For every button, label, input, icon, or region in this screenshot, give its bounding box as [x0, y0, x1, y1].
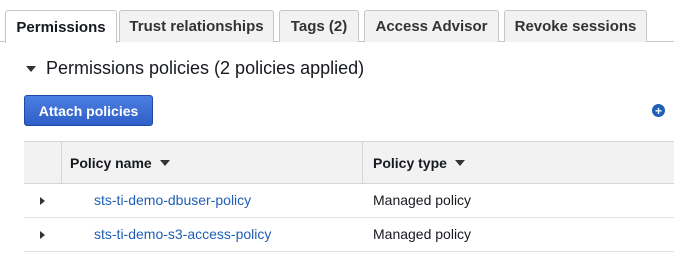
caret-down-icon: [26, 65, 36, 72]
section-title: Permissions policies (2 policies applied…: [46, 58, 365, 78]
table-row: sts-ti-demo-dbuser-policy Managed policy: [24, 184, 674, 218]
tab-trust-relationships[interactable]: Trust relationships: [119, 10, 274, 42]
expand-row-icon[interactable]: [40, 231, 45, 239]
policy-type-cell: Managed policy: [373, 192, 472, 208]
expand-row-icon[interactable]: [40, 197, 45, 205]
table-header: Policy name Policy type: [24, 141, 674, 184]
permissions-policies-toggle[interactable]: Permissions policies (2 policies applied…: [26, 58, 364, 79]
column-header-policy-type[interactable]: Policy type: [373, 142, 465, 183]
policies-table: Policy name Policy type sts-ti-demo-dbus…: [24, 141, 674, 252]
policy-type-cell: Managed policy: [373, 226, 472, 242]
column-divider: [61, 142, 62, 183]
tab-tags[interactable]: Tags (2): [279, 10, 359, 42]
attach-policies-button[interactable]: Attach policies: [24, 95, 153, 126]
tab-permissions[interactable]: Permissions: [5, 10, 117, 44]
policy-name-link[interactable]: sts-ti-demo-dbuser-policy: [94, 192, 251, 208]
tab-revoke-sessions[interactable]: Revoke sessions: [504, 10, 647, 42]
policy-name-link[interactable]: sts-ti-demo-s3-access-policy: [94, 226, 271, 242]
sort-caret-icon: [454, 159, 465, 166]
column-header-policy-name[interactable]: Policy name: [70, 142, 170, 183]
tab-bar: Permissions Trust relationships Tags (2)…: [0, 0, 674, 44]
sort-caret-icon: [159, 159, 170, 166]
column-divider: [362, 142, 363, 183]
table-row: sts-ti-demo-s3-access-policy Managed pol…: [24, 218, 674, 252]
column-label: Policy type: [373, 154, 447, 171]
add-circle-icon[interactable]: +: [652, 104, 665, 117]
column-label: Policy name: [70, 154, 152, 171]
tab-access-advisor[interactable]: Access Advisor: [364, 10, 499, 42]
